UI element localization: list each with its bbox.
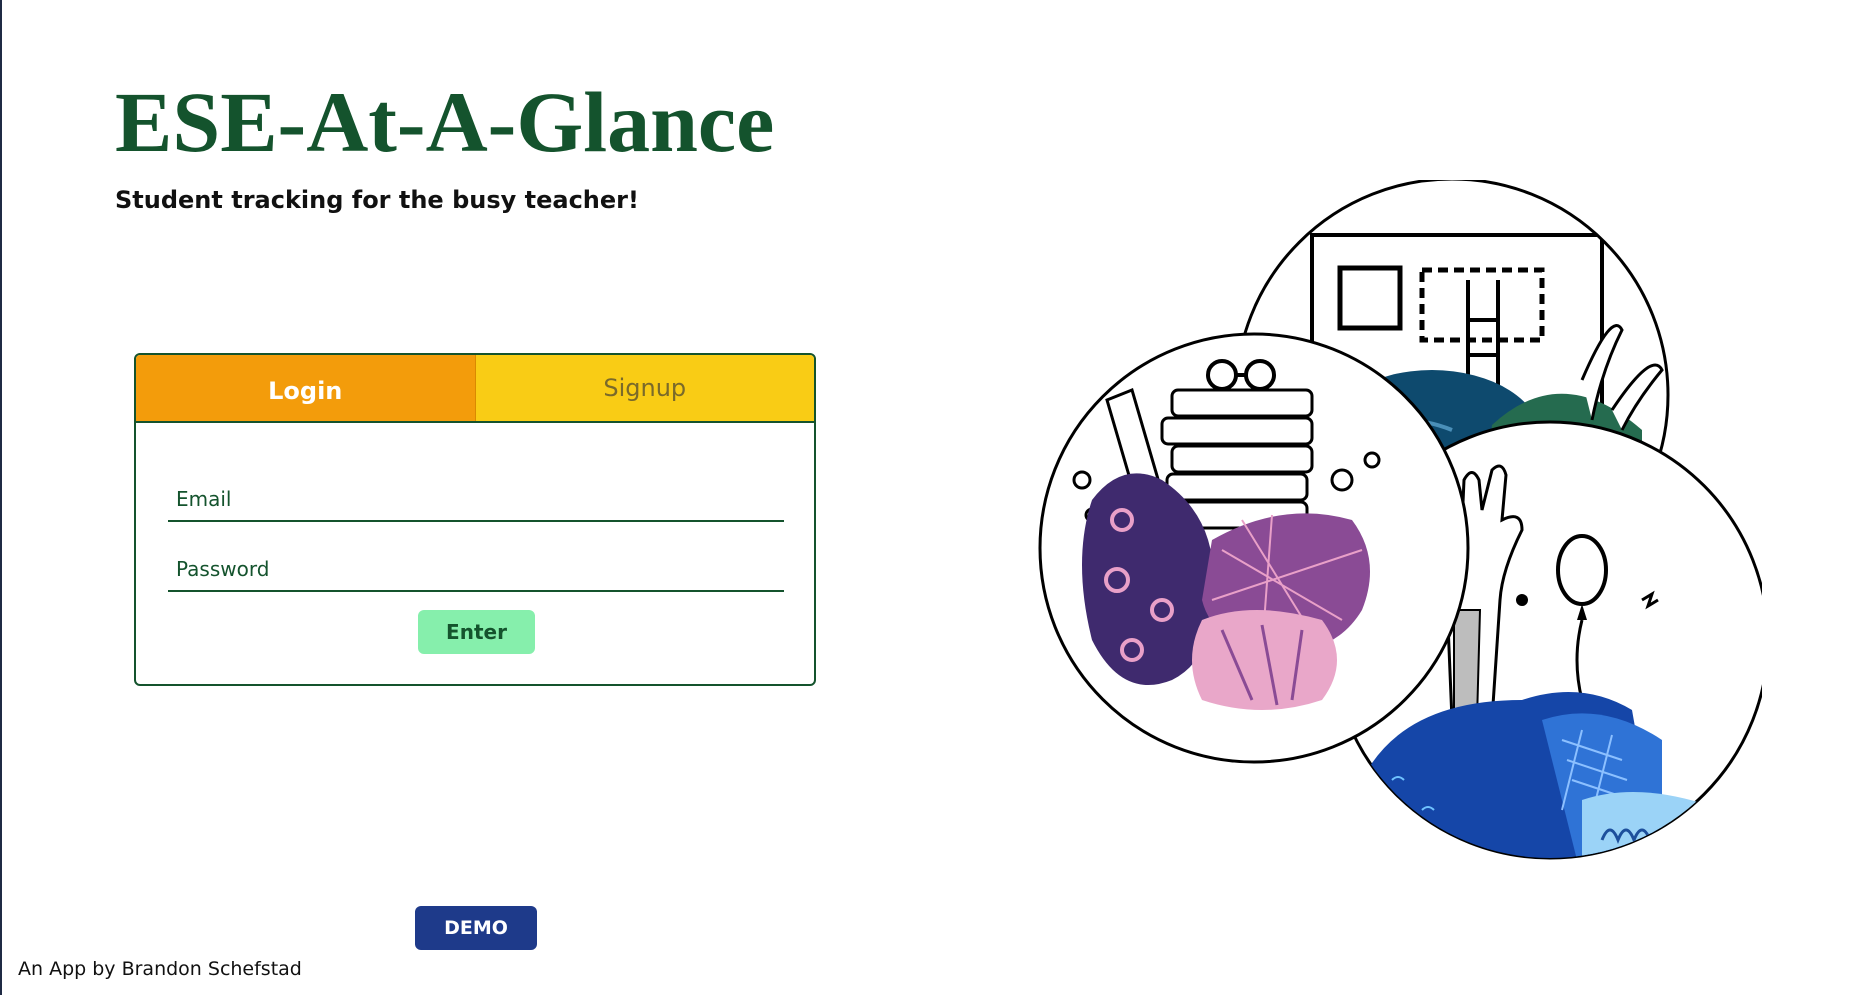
enter-button[interactable]: Enter bbox=[418, 610, 535, 654]
password-field[interactable] bbox=[168, 548, 784, 592]
author-credit: An App by Brandon Schefstad bbox=[18, 958, 302, 980]
books-glasses-icon bbox=[1038, 332, 1470, 764]
auth-card: Login Signup Enter bbox=[134, 353, 816, 686]
tagline: Student tracking for the busy teacher! bbox=[115, 186, 639, 214]
tab-login[interactable]: Login bbox=[136, 355, 476, 421]
demo-button[interactable]: DEMO bbox=[415, 906, 537, 950]
login-page: ESE-At-A-Glance Student tracking for the… bbox=[0, 0, 1852, 995]
auth-tabs: Login Signup bbox=[136, 355, 814, 423]
email-field[interactable] bbox=[168, 478, 784, 522]
illustration bbox=[1038, 180, 1762, 860]
app-title: ESE-At-A-Glance bbox=[115, 74, 775, 170]
tab-signup[interactable]: Signup bbox=[475, 355, 814, 421]
